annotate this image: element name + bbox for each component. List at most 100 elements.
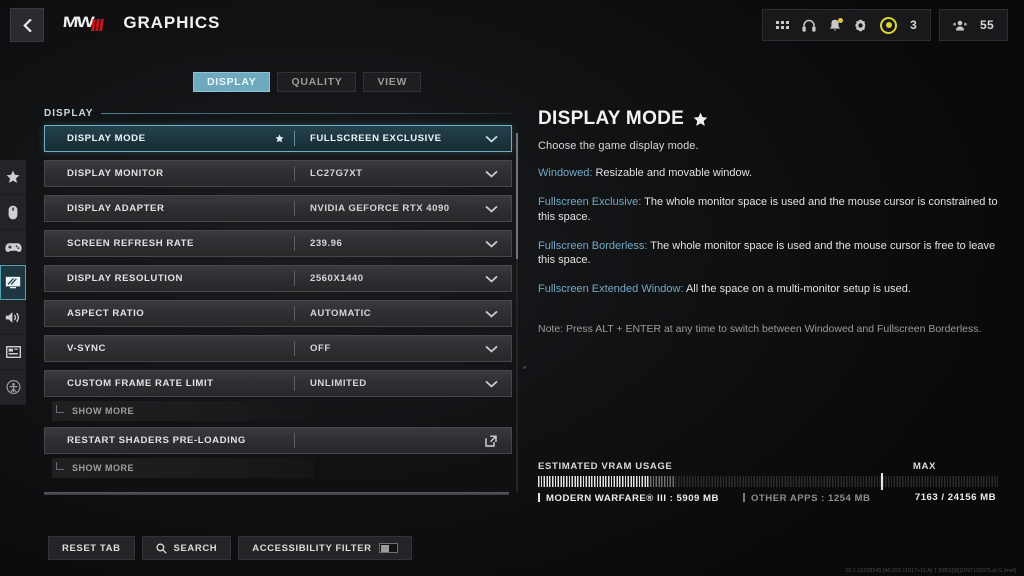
legend-tick-game bbox=[538, 493, 540, 502]
gamepad-icon bbox=[4, 242, 22, 252]
setting-row-aspect-ratio[interactable]: ASPECT RATIO AUTOMATIC bbox=[44, 300, 512, 327]
vram-other-legend: OTHER APPS : 1254 MB bbox=[750, 493, 871, 504]
speaker-icon bbox=[5, 311, 19, 323]
rail-item-interface[interactable] bbox=[0, 335, 26, 370]
detail-term: Windowed: bbox=[538, 167, 593, 179]
setting-row-display-monitor[interactable]: DISPLAY MONITOR LC27G7XT bbox=[44, 160, 512, 187]
chevron-down-icon[interactable] bbox=[471, 345, 511, 353]
chevron-down-icon[interactable] bbox=[471, 170, 511, 178]
chevron-left-icon bbox=[22, 18, 32, 32]
tree-corner-icon bbox=[56, 462, 64, 470]
chevron-down-icon[interactable] bbox=[471, 275, 511, 283]
setting-row-restart-shaders-pre-loading[interactable]: RESTART SHADERS PRE-LOADING bbox=[44, 427, 512, 454]
setting-label: CUSTOM FRAME RATE LIMIT bbox=[67, 378, 214, 389]
setting-value: LC27G7XT bbox=[310, 168, 363, 179]
reset-tab-label: RESET TAB bbox=[62, 542, 121, 554]
list-bottom-divider bbox=[44, 492, 509, 495]
rail-item-controller[interactable] bbox=[0, 230, 26, 265]
setting-value: NVIDIA GEFORCE RTX 4090 bbox=[310, 203, 450, 214]
detail-summary: Choose the game display mode. bbox=[538, 140, 699, 152]
cod-points-value: 3 bbox=[910, 18, 918, 32]
chevron-down-icon[interactable] bbox=[471, 380, 511, 388]
favorite-star-icon[interactable] bbox=[275, 134, 284, 143]
accessibility-filter-button[interactable]: ACCESSIBILITY FILTER bbox=[238, 536, 412, 560]
status-group-players[interactable]: 55 bbox=[939, 9, 1008, 41]
external-link-icon[interactable] bbox=[471, 435, 511, 447]
detail-note: Note: Press ALT + ENTER at any time to s… bbox=[538, 323, 982, 336]
setting-label: RESTART SHADERS PRE-LOADING bbox=[67, 435, 246, 446]
headset-icon[interactable] bbox=[802, 19, 816, 32]
section-header: DISPLAY bbox=[44, 108, 512, 119]
brand: MW GRAPHICS bbox=[62, 13, 220, 33]
detail-term: Fullscreen Borderless: bbox=[538, 239, 648, 252]
settings-scrollbar-thumb[interactable] bbox=[516, 133, 518, 259]
apps-grid-icon[interactable] bbox=[776, 20, 790, 31]
graphics-settings-screen: MW GRAPHICS 3 55 DISPLAY QUALITY VIEW DI… bbox=[0, 0, 1024, 576]
rail-item-graphics[interactable] bbox=[0, 265, 26, 300]
search-button[interactable]: SEARCH bbox=[141, 536, 232, 560]
setting-value: 2560X1440 bbox=[310, 273, 364, 284]
detail-term: Fullscreen Extended Window: bbox=[538, 283, 684, 296]
chevron-down-icon[interactable] bbox=[471, 240, 511, 248]
chevron-down-icon[interactable] bbox=[471, 205, 511, 213]
setting-label: V-SYNC bbox=[67, 343, 107, 354]
chevron-down-icon[interactable] bbox=[471, 135, 511, 143]
detail-text: Resizable and movable window. bbox=[592, 167, 753, 179]
show-more-frame-rate[interactable]: SHOW MORE bbox=[52, 401, 314, 421]
tab-view[interactable]: VIEW bbox=[363, 72, 422, 92]
detail-panel: DISPLAY MODE Choose the game display mod… bbox=[538, 108, 1000, 336]
page-title: GRAPHICS bbox=[123, 13, 221, 32]
search-label: SEARCH bbox=[173, 542, 218, 554]
detail-entry-windowed: Windowed: Resizable and movable window. bbox=[538, 166, 1000, 181]
setting-value: OFF bbox=[310, 343, 331, 354]
vram-total-legend: 7163 / 24156 MB bbox=[914, 492, 996, 503]
setting-label: ASPECT RATIO bbox=[67, 308, 145, 319]
detail-entry-fullscreen-borderless: Fullscreen Borderless: The whole monitor… bbox=[538, 239, 1000, 269]
bell-icon[interactable] bbox=[829, 17, 844, 32]
vram-segment-game bbox=[538, 476, 650, 487]
setting-row-display-resolution[interactable]: DISPLAY RESOLUTION 2560X1440 bbox=[44, 265, 512, 292]
detail-entry-fullscreen-exclusive: Fullscreen Exclusive: The whole monitor … bbox=[538, 195, 1000, 225]
tab-display[interactable]: DISPLAY bbox=[193, 72, 271, 92]
players-value: 55 bbox=[980, 18, 994, 32]
settings-tabs: DISPLAY QUALITY VIEW bbox=[193, 72, 422, 92]
row-separator bbox=[294, 433, 295, 448]
accessibility-filter-toggle[interactable] bbox=[378, 543, 398, 553]
setting-value: UNLIMITED bbox=[310, 378, 367, 389]
section-label: DISPLAY bbox=[44, 108, 94, 119]
chevron-down-icon[interactable] bbox=[471, 310, 511, 318]
vram-label: ESTIMATED VRAM USAGE bbox=[538, 461, 673, 472]
status-group-main: 3 bbox=[762, 9, 932, 41]
tab-quality[interactable]: QUALITY bbox=[277, 72, 357, 92]
accessibility-icon bbox=[6, 380, 20, 394]
setting-row-display-adapter[interactable]: DISPLAY ADAPTER NVIDIA GEFORCE RTX 4090 bbox=[44, 195, 512, 222]
vram-header: ESTIMATED VRAM USAGE MAX bbox=[538, 461, 998, 472]
setting-label: DISPLAY MODE bbox=[67, 133, 146, 144]
accessibility-filter-label: ACCESSIBILITY FILTER bbox=[252, 542, 372, 554]
vram-other-group: OTHER APPS : 1254 MB bbox=[742, 492, 871, 504]
setting-label: DISPLAY MONITOR bbox=[67, 168, 164, 179]
decorative-dot bbox=[523, 366, 526, 369]
setting-row-v-sync[interactable]: V-SYNC OFF bbox=[44, 335, 512, 362]
rail-item-audio[interactable] bbox=[0, 300, 26, 335]
vram-max-marker bbox=[881, 473, 883, 490]
rail-item-favorites[interactable] bbox=[0, 160, 26, 195]
show-more-shaders[interactable]: SHOW MORE bbox=[52, 458, 314, 478]
back-button[interactable] bbox=[10, 8, 44, 42]
vram-max-label: MAX bbox=[912, 461, 936, 472]
detail-title: DISPLAY MODE bbox=[538, 108, 685, 129]
cod-points-icon[interactable] bbox=[880, 16, 898, 34]
vram-usage-meter: ESTIMATED VRAM USAGE MAX MODERN WARFARE®… bbox=[538, 461, 998, 504]
gear-icon[interactable] bbox=[854, 19, 867, 32]
build-version-string: 10.1.16258245 [46:255:11017+11:A] T [685… bbox=[845, 568, 1016, 574]
rail-item-accessibility[interactable] bbox=[0, 370, 26, 405]
hud-layout-icon bbox=[5, 346, 21, 358]
rail-item-mouse-keyboard[interactable] bbox=[0, 195, 26, 230]
squad-icon bbox=[953, 20, 967, 31]
notification-dot bbox=[838, 17, 844, 23]
setting-row-custom-frame-rate-limit[interactable]: CUSTOM FRAME RATE LIMIT UNLIMITED bbox=[44, 370, 512, 397]
reset-tab-button[interactable]: RESET TAB bbox=[48, 536, 135, 560]
setting-row-display-mode[interactable]: DISPLAY MODE FULLSCREEN EXCLUSIVE bbox=[44, 125, 512, 152]
detail-entry-fullscreen-extended-window: Fullscreen Extended Window: All the spac… bbox=[538, 282, 1000, 297]
setting-row-screen-refresh-rate[interactable]: SCREEN REFRESH RATE 239.96 bbox=[44, 230, 512, 257]
